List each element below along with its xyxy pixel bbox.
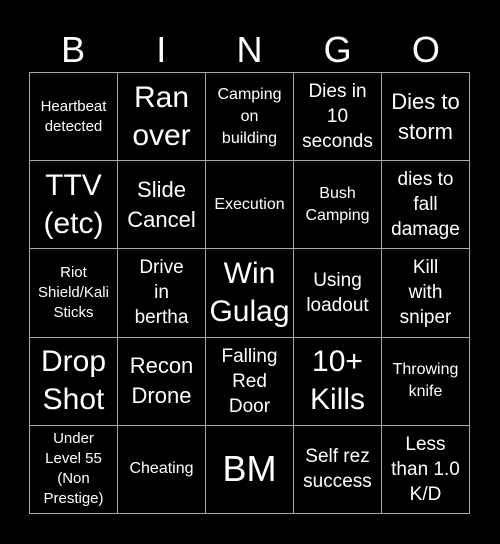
bingo-cell-label: Dies to storm — [391, 88, 460, 144]
header-letter-o: O — [411, 29, 440, 70]
bingo-cell[interactable]: Riot Shield/Kali Sticks — [30, 249, 118, 338]
bingo-cell-label: Drive in bertha — [134, 257, 189, 329]
bingo-cell[interactable]: Camping on building — [206, 73, 294, 162]
bingo-cell[interactable]: Dies in 10 seconds — [294, 73, 382, 162]
bingo-cell[interactable]: Throwing knife — [382, 337, 470, 426]
bingo-cell[interactable]: Falling Red Door — [206, 337, 294, 426]
bingo-cell-label: TTV (etc) — [43, 168, 104, 240]
bingo-cell[interactable]: Less than 1.0 K/D — [382, 425, 470, 514]
bingo-cell-label: dies to fall damage — [391, 169, 460, 241]
bingo-cell[interactable]: Recon Drone — [118, 337, 206, 426]
bingo-cell-label: Execution — [214, 195, 285, 213]
bingo-cell[interactable]: Win Gulag — [206, 249, 294, 338]
bingo-cell[interactable]: BM — [206, 425, 294, 514]
bingo-cell-label: Win Gulag — [209, 256, 290, 328]
bingo-cell[interactable]: dies to fall damage — [382, 161, 470, 250]
bingo-card-grid: Heartbeat detected Ran over Camping on bui… — [29, 72, 470, 514]
bingo-cell[interactable]: Drop Shot — [30, 337, 118, 426]
bingo-cell[interactable]: Self rez success — [294, 425, 382, 514]
bingo-cell-label: Riot Shield/Kali Sticks — [38, 263, 109, 321]
bingo-cell-label: Bush Camping — [305, 184, 370, 224]
bingo-cell[interactable]: 10+ Kills — [294, 337, 382, 426]
bingo-cell[interactable]: TTV (etc) — [30, 161, 118, 250]
bingo-cell-label: Self rez success — [303, 446, 372, 493]
bingo-cell[interactable]: Dies to storm — [382, 73, 470, 162]
bingo-cell[interactable]: Cheating — [118, 425, 206, 514]
bingo-cell[interactable]: Execution — [206, 161, 294, 250]
bingo-cell[interactable]: Under Level 55 (Non Prestige) — [30, 425, 118, 514]
bingo-cell-label: Throwing knife — [392, 361, 459, 401]
bingo-cell-label: Dies in 10 seconds — [302, 81, 373, 153]
bingo-cell-label: Falling Red Door — [221, 345, 278, 417]
bingo-cell[interactable]: Heartbeat detected — [30, 73, 118, 162]
bingo-cell-label: Using loadout — [306, 269, 369, 316]
bingo-cell-label: BM — [222, 448, 277, 490]
header-letter-b: B — [61, 29, 86, 70]
bingo-cell[interactable]: Slide Cancel — [118, 161, 206, 250]
header-letter-i: I — [156, 29, 167, 70]
bingo-cell-label: Kill with sniper — [399, 257, 452, 329]
bingo-cell-label: Under Level 55 (Non Prestige) — [43, 430, 104, 508]
bingo-cell-label: Cheating — [129, 460, 194, 478]
bingo-cell[interactable]: Ran over — [118, 73, 206, 162]
header-letter-n: N — [236, 29, 263, 70]
bingo-cell-label: Drop Shot — [40, 345, 107, 417]
header-letter-g: G — [323, 29, 352, 70]
bingo-cell-label: Camping on building — [217, 85, 282, 147]
bingo-cell-label: Heartbeat detected — [40, 97, 107, 135]
bingo-cell-label: Recon Drone — [129, 353, 194, 409]
bingo-cell[interactable]: Using loadout — [294, 249, 382, 338]
bingo-cell-label: Less than 1.0 K/D — [391, 433, 460, 505]
bingo-cell-label: 10+ Kills — [309, 345, 365, 417]
bingo-cell[interactable]: Kill with sniper — [382, 249, 470, 338]
bingo-cell-label: Slide Cancel — [127, 176, 196, 232]
bingo-cell[interactable]: Drive in bertha — [118, 249, 206, 338]
bingo-cell[interactable]: Bush Camping — [294, 161, 382, 250]
bingo-cell-label: Ran over — [132, 80, 191, 152]
bingo-header: B I N G O — [29, 28, 470, 72]
